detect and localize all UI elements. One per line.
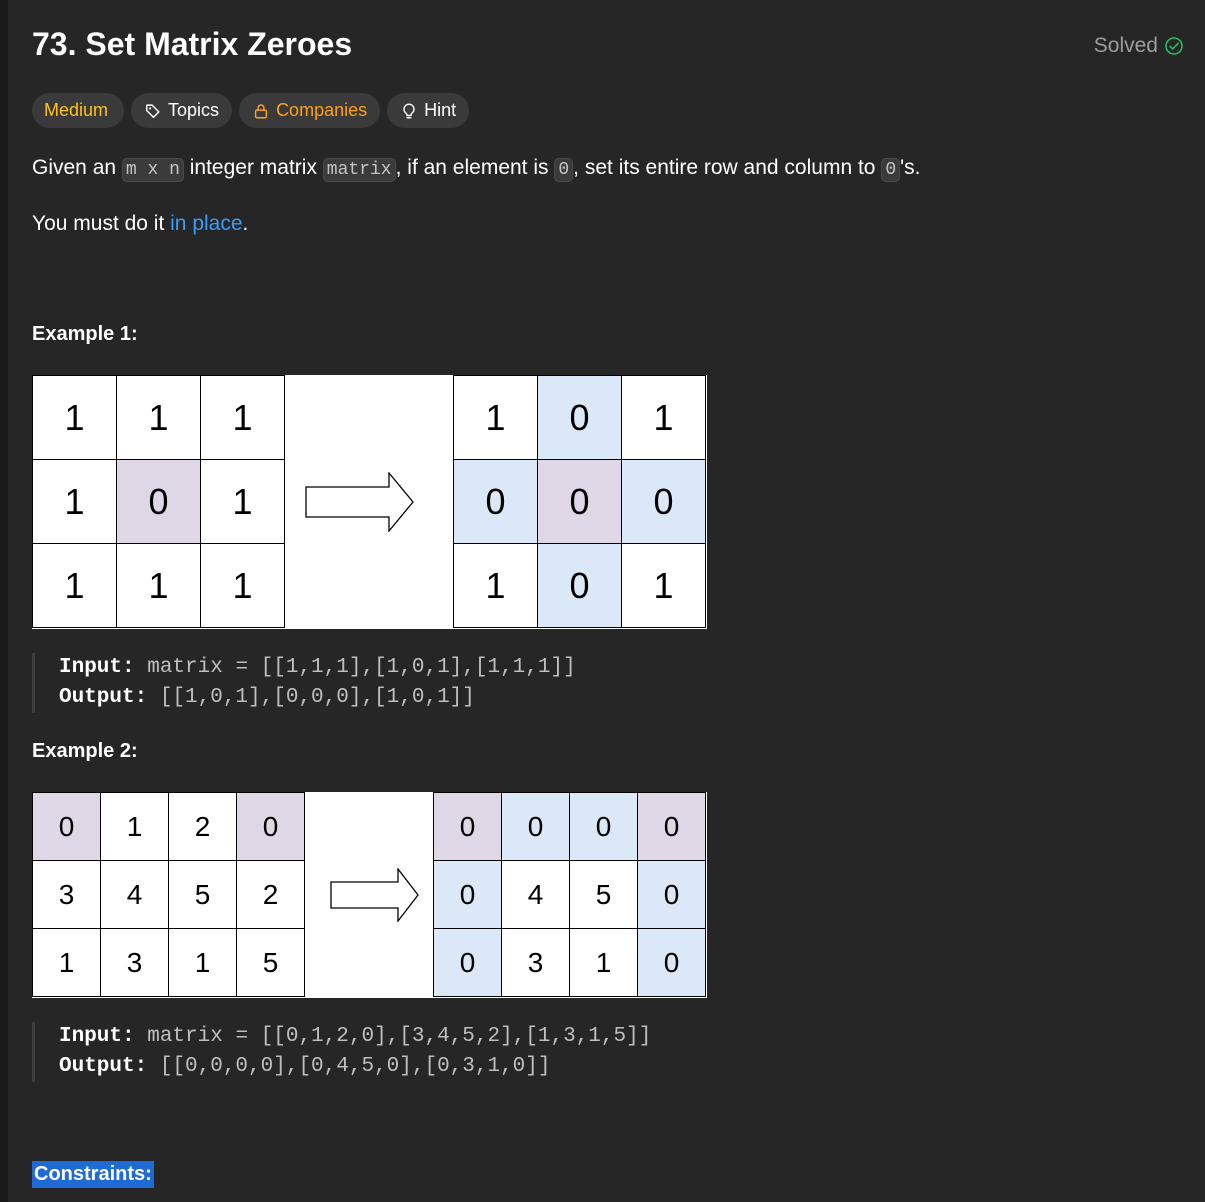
- difficulty-label: Medium: [44, 100, 109, 120]
- example-2-output-line: Output: [[0,0,0,0],[0,4,5,0],[0,3,1,0]]: [59, 1052, 651, 1082]
- example-2-input-grid: 012034521315: [32, 792, 305, 997]
- description-paragraph-2: You must do it in place.: [32, 212, 248, 236]
- hint-label: Hint: [424, 100, 457, 120]
- companies-button[interactable]: Companies: [239, 93, 381, 128]
- matrix-cell: 0: [502, 793, 570, 861]
- matrix-cell: 5: [169, 861, 237, 929]
- in-place-link[interactable]: in place: [170, 212, 242, 235]
- matrix-cell: 3: [33, 861, 101, 929]
- matrix-cell: 4: [502, 861, 570, 929]
- input-value: matrix = [[1,1,1],[1,0,1],[1,1,1]]: [134, 656, 576, 679]
- solved-label: Solved: [1093, 34, 1158, 57]
- matrix-cell: 0: [638, 793, 706, 861]
- solved-status: Solved: [1094, 34, 1184, 58]
- problem-title: 73. Set Matrix Zeroes: [32, 26, 353, 62]
- matrix-cell: 3: [101, 929, 169, 997]
- text: , set its entire row and column to: [573, 156, 882, 179]
- example-1-figure: 111101111 101000101: [32, 375, 707, 629]
- matrix-cell: 1: [117, 376, 201, 460]
- matrix-cell: 0: [434, 929, 502, 997]
- example-1-input-grid: 111101111: [32, 375, 285, 628]
- matrix-cell: 2: [169, 793, 237, 861]
- matrix-cell: 0: [570, 793, 638, 861]
- output-label: Output:: [59, 1055, 148, 1078]
- output-value: [[1,0,1],[0,0,0],[1,0,1]]: [147, 686, 475, 709]
- matrix-cell: 1: [622, 544, 706, 628]
- matrix-cell: 5: [237, 929, 305, 997]
- matrix-cell: 0: [538, 376, 622, 460]
- text: You must do it: [32, 212, 171, 235]
- constraints-heading: Constraints:: [32, 1161, 154, 1188]
- matrix-cell: 0: [538, 460, 622, 544]
- text: .: [242, 212, 249, 235]
- text: 's.: [900, 156, 921, 179]
- matrix-cell: 0: [237, 793, 305, 861]
- matrix-cell: 1: [101, 793, 169, 861]
- example-2-output-grid: 000004500310: [433, 792, 706, 997]
- example-1-title: Example 1:: [32, 323, 138, 345]
- matrix-cell: 1: [33, 460, 117, 544]
- arrow-icon: [330, 868, 419, 922]
- matrix-cell: 1: [33, 929, 101, 997]
- example-1-output-line: Output: [[1,0,1],[0,0,0],[1,0,1]]: [59, 683, 576, 713]
- example-2-title: Example 2:: [32, 740, 138, 762]
- matrix-cell: 0: [33, 793, 101, 861]
- matrix-cell: 1: [169, 929, 237, 997]
- matrix-cell: 4: [101, 861, 169, 929]
- example-1-output-grid: 101000101: [453, 375, 706, 628]
- example-1-input-line: Input: matrix = [[1,1,1],[1,0,1],[1,1,1]…: [59, 653, 576, 683]
- matrix-cell: 1: [33, 376, 117, 460]
- input-value: matrix = [[0,1,2,0],[3,4,5,2],[1,3,1,5]]: [134, 1025, 652, 1048]
- matrix-cell: 1: [117, 544, 201, 628]
- input-label: Input:: [59, 1025, 135, 1048]
- lightbulb-icon: [403, 103, 415, 118]
- matrix-cell: 0: [434, 793, 502, 861]
- text: integer matrix: [183, 156, 323, 179]
- description-paragraph-1: Given an m x n integer matrix matrix, if…: [32, 156, 921, 182]
- arrow-icon: [305, 472, 414, 532]
- example-2-io: Input: matrix = [[0,1,2,0],[3,4,5,2],[1,…: [32, 1022, 651, 1082]
- matrix-cell: 0: [638, 861, 706, 929]
- inline-code: 0: [881, 158, 901, 182]
- companies-label: Companies: [276, 100, 368, 120]
- matrix-cell: 1: [201, 460, 285, 544]
- left-edge: [0, 0, 8, 1202]
- output-label: Output:: [59, 686, 148, 709]
- matrix-cell: 0: [538, 544, 622, 628]
- text: , if an element is: [395, 156, 555, 179]
- topics-button[interactable]: Topics: [131, 93, 233, 128]
- matrix-cell: 0: [638, 929, 706, 997]
- matrix-cell: 0: [454, 460, 538, 544]
- topics-label: Topics: [168, 100, 220, 120]
- input-label: Input:: [59, 656, 135, 679]
- text: Given an: [32, 156, 122, 179]
- matrix-cell: 1: [570, 929, 638, 997]
- inline-code: 0: [554, 158, 574, 182]
- matrix-cell: 0: [434, 861, 502, 929]
- matrix-cell: 1: [33, 544, 117, 628]
- matrix-cell: 0: [622, 460, 706, 544]
- inline-code: matrix: [322, 158, 396, 182]
- matrix-cell: 3: [502, 929, 570, 997]
- check-circle-icon: [1165, 37, 1183, 55]
- matrix-cell: 1: [201, 544, 285, 628]
- example-1-io: Input: matrix = [[1,1,1],[1,0,1],[1,1,1]…: [32, 653, 576, 713]
- lock-icon: [254, 103, 268, 118]
- example-2-input-line: Input: matrix = [[0,1,2,0],[3,4,5,2],[1,…: [59, 1022, 651, 1052]
- inline-code: m x n: [121, 158, 184, 182]
- matrix-cell: 1: [454, 544, 538, 628]
- matrix-cell: 1: [454, 376, 538, 460]
- matrix-cell: 5: [570, 861, 638, 929]
- example-2-figure: 012034521315 000004500310: [32, 792, 707, 998]
- matrix-cell: 1: [622, 376, 706, 460]
- matrix-cell: 2: [237, 861, 305, 929]
- matrix-cell: 0: [117, 460, 201, 544]
- matrix-cell: 1: [201, 376, 285, 460]
- hint-button[interactable]: Hint: [387, 93, 470, 128]
- tag-icon: [146, 103, 160, 118]
- difficulty-badge: Medium: [32, 93, 125, 128]
- output-value: [[0,0,0,0],[0,4,5,0],[0,3,1,0]]: [147, 1055, 551, 1078]
- tag-row: Medium Topics Companies Hint: [32, 93, 470, 128]
